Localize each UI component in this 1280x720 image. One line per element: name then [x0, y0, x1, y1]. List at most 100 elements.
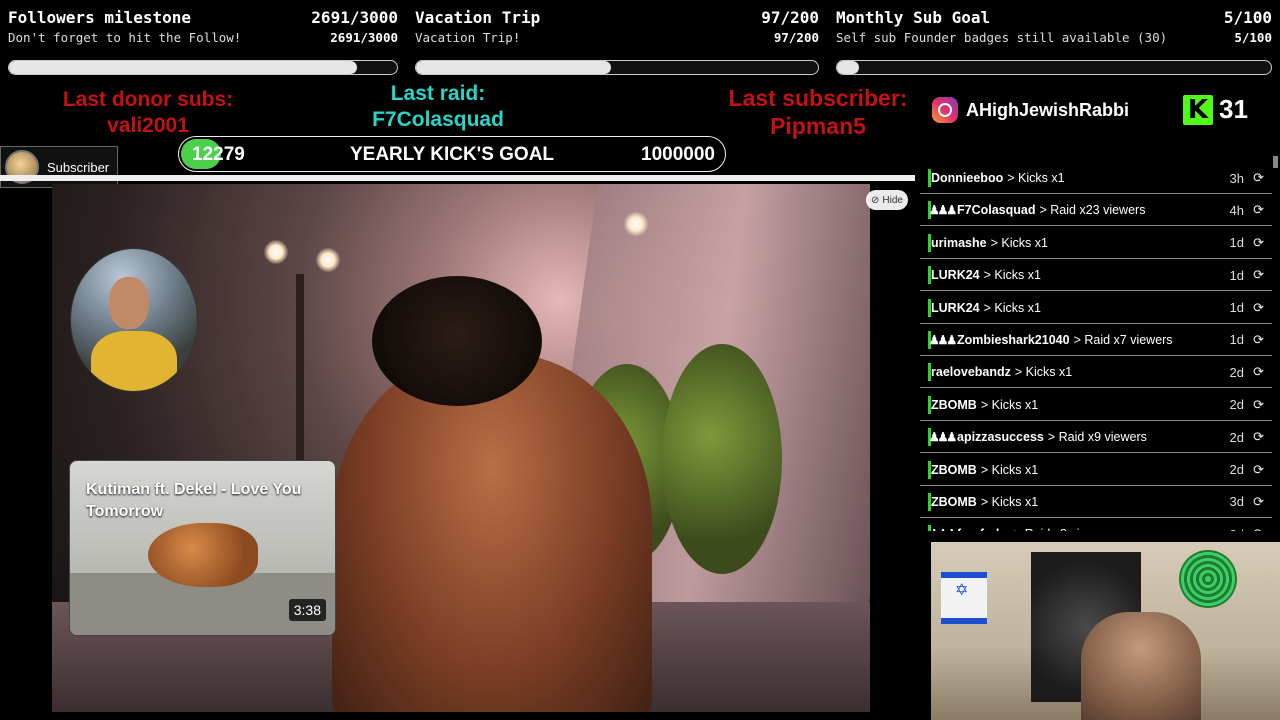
last-subscriber: Last subscriber: Pipman5	[708, 84, 928, 140]
event-detail: > Raid x23 viewers	[1039, 203, 1146, 218]
avatar-shirt	[91, 331, 177, 391]
goal-count-small: 2691/3000	[330, 30, 398, 45]
event-time: 4h	[1229, 202, 1244, 218]
event-time: 2d	[1229, 364, 1244, 380]
event-user: fyrefreke	[957, 527, 1010, 531]
event-row: KDonnieeboo> Kicks x13h⟳	[920, 163, 1272, 194]
followers-goal: Followers milestone 2691/3000 Don't forg…	[0, 0, 398, 82]
event-row: Kraelovebandz> Kicks x12d⟳	[920, 357, 1272, 389]
event-row: ♟♟♟ apizzasuccess > Raid x9 viewers 2d ⟳	[920, 422, 1272, 454]
hide-button[interactable]: ⊘ Hide	[866, 190, 908, 210]
event-user: raelovebandz	[931, 365, 1011, 380]
replay-icon[interactable]: ⟳	[1253, 170, 1264, 186]
goal-progress-bar	[415, 60, 819, 75]
replay-icon[interactable]: ⟳	[1253, 364, 1264, 380]
event-time: 1d	[1229, 235, 1244, 251]
event-detail: > Raid x9 viewers	[1047, 430, 1147, 445]
goal-subtitle: Vacation Trip!	[415, 30, 521, 45]
subscriber-label: Subscriber	[47, 159, 110, 175]
replay-icon[interactable]: ⟳	[1253, 300, 1264, 316]
event-row: KZBOMB> Kicks x13d⟳	[920, 486, 1272, 518]
event-detail: > Kicks x1	[1007, 171, 1065, 185]
event-detail: > Kicks x1	[983, 268, 1041, 283]
kick-logo-icon: K	[1183, 94, 1213, 125]
event-time: 1d	[1229, 332, 1244, 348]
event-user: Zombieshark21040	[957, 332, 1070, 347]
replay-icon[interactable]: ⟳	[1253, 397, 1264, 413]
last-raid-value: F7Colasquad	[372, 108, 504, 131]
event-detail: > Raid x8 viewers	[1014, 527, 1113, 531]
event-user: urimashe	[931, 235, 987, 250]
goal-title: Followers milestone	[8, 8, 192, 27]
replay-icon[interactable]: ⟳	[1253, 235, 1264, 251]
event-user: apizzasuccess	[957, 430, 1044, 445]
replay-icon[interactable]: ⟳	[1253, 462, 1264, 478]
event-user: F7Colasquad	[957, 203, 1036, 218]
event-row: Kurimashe> Kicks x11d⟳	[920, 227, 1272, 259]
streamer	[1081, 612, 1201, 720]
event-time: 2d	[1229, 462, 1244, 478]
replay-icon[interactable]: ⟳	[1253, 494, 1264, 510]
streamer-avatar	[70, 248, 198, 392]
song-title: Kutiman ft. Dekel - Love You Tomorrow	[86, 481, 302, 520]
goal-count: 97/200	[761, 8, 819, 27]
video-lamp	[264, 240, 288, 264]
event-list-scrollbar[interactable]	[1273, 156, 1278, 168]
yearly-goal-target: 1000000	[641, 144, 715, 165]
kick-count-value: 31	[1219, 94, 1248, 124]
goal-count: 5/100	[1223, 8, 1272, 27]
event-time: 3d	[1229, 494, 1244, 510]
event-detail: > Kicks x1	[1014, 365, 1073, 380]
replay-icon[interactable]: ⟳	[1253, 202, 1264, 218]
last-donor-subs: Last donor subs: vali2001	[40, 87, 256, 139]
event-time: 1d	[1229, 300, 1244, 316]
video-lamp	[624, 212, 648, 236]
video-person	[332, 354, 652, 712]
last-raid-label: Last raid:	[390, 82, 486, 105]
event-detail: > Kicks x1	[983, 300, 1041, 315]
yearly-kicks-goal: 12279 YEARLY KICK'S GOAL 1000000	[178, 136, 726, 172]
goal-count-small: 97/200	[773, 30, 819, 45]
video-bush	[662, 344, 782, 574]
goal-count: 2691/3000	[311, 8, 398, 27]
avatar-face	[109, 277, 149, 329]
event-row: KLURK24> Kicks x11d⟳	[920, 292, 1272, 324]
goal-subtitle: Don't forget to hit the Follow!	[8, 30, 242, 45]
video-person-hair	[372, 276, 542, 406]
goal-progress-fill	[837, 61, 859, 74]
goal-progress-bar	[836, 60, 1272, 75]
event-row: ♟♟♟ Zombieshark21040 > Raid x7 viewers 1d ⟳	[920, 324, 1272, 356]
instagram-username: AHighJewishRabbi	[966, 99, 1130, 120]
goal-title: Vacation Trip	[415, 8, 541, 27]
video-lamp-post	[296, 274, 304, 474]
event-detail: > Kicks x1	[980, 462, 1039, 477]
replay-icon[interactable]: ⟳	[1253, 332, 1264, 348]
raid-icon: ♟♟♟	[928, 203, 957, 218]
music-thumbnail-horse	[148, 523, 258, 587]
instagram-handle: AHighJewishRabbi	[932, 97, 1129, 123]
goal-progress-fill	[416, 61, 611, 74]
subscriber-tag: Subscriber	[0, 146, 118, 188]
video-lamp	[316, 248, 340, 272]
replay-icon[interactable]: ⟳	[1253, 429, 1264, 445]
event-detail: > Kicks x1	[980, 494, 1039, 509]
event-detail: > Kicks x1	[980, 397, 1039, 412]
raid-icon: ♟♟♟	[929, 527, 957, 531]
raid-icon: ♟♟♟	[928, 332, 957, 347]
event-user: LURK24	[931, 268, 980, 283]
goal-progress-fill	[9, 61, 358, 74]
goal-count-small: 5/100	[1234, 30, 1272, 45]
eye-off-icon: ⊘	[871, 194, 880, 206]
last-raid: Last raid: F7Colasquad	[338, 81, 538, 133]
event-user: ZBOMB	[931, 397, 977, 412]
hide-label: Hide	[882, 194, 903, 206]
event-user: Donnieeboo	[931, 171, 1004, 185]
replay-icon[interactable]: ⟳	[1253, 267, 1264, 283]
now-playing-card[interactable]: Kutiman ft. Dekel - Love You Tomorrow 3:…	[69, 460, 336, 636]
event-time: 1d	[1229, 267, 1244, 283]
event-time: 2d	[1229, 397, 1244, 413]
event-row: KZBOMB> Kicks x12d⟳	[920, 454, 1272, 486]
replay-icon[interactable]: ⟳	[1253, 526, 1264, 531]
event-user: ZBOMB	[931, 494, 977, 509]
goal-progress-bar	[8, 60, 398, 75]
